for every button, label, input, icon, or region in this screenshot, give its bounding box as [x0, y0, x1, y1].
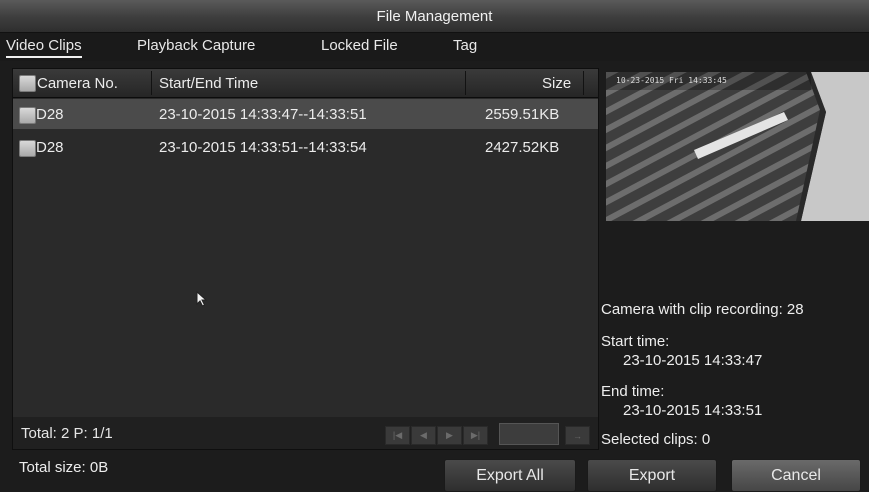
row-camera: D28	[36, 106, 64, 123]
window-title: File Management	[376, 7, 493, 25]
clip-list: Camera No. Start/End Time Size D28 23-10…	[12, 68, 599, 418]
pagination-bar: Total: 2 P: 1/1 |◀ ◀ ▶ ▶| →	[12, 417, 599, 450]
last-page-icon[interactable]: ▶|	[463, 426, 488, 445]
start-time-label: Start time:	[601, 333, 670, 350]
next-page-icon[interactable]: ▶	[437, 426, 462, 445]
previous-page-icon[interactable]: ◀	[411, 426, 436, 445]
cancel-button[interactable]: Cancel	[731, 459, 861, 492]
row-size: 2427.52KB	[485, 139, 560, 156]
column-divider	[583, 71, 584, 95]
export-all-button[interactable]: Export All	[444, 459, 576, 492]
clip-preview: 10-23-2015 Fri 14:33:45	[606, 72, 869, 221]
selected-clips-count: Selected clips: 0	[601, 431, 711, 448]
column-divider	[151, 71, 152, 95]
table-row[interactable]: D28 23-10-2015 14:33:47--14:33:51 2559.5…	[13, 99, 598, 129]
export-button[interactable]: Export	[587, 459, 717, 492]
select-all-checkbox[interactable]	[19, 75, 36, 92]
row-time: 23-10-2015 14:33:51--14:33:54	[159, 139, 367, 156]
column-divider	[465, 71, 466, 95]
preview-osd-timestamp: 10-23-2015 Fri 14:33:45	[616, 76, 727, 85]
row-checkbox[interactable]	[19, 107, 36, 124]
column-size: Size	[542, 75, 572, 92]
tab-bar: Video Clips Playback Capture Locked File…	[0, 33, 869, 61]
tab-playback-capture[interactable]: Playback Capture	[137, 37, 255, 54]
total-pages-info: Total: 2 P: 1/1	[21, 425, 113, 442]
go-arrow-icon[interactable]: →	[565, 426, 590, 445]
start-time-value: 23-10-2015 14:33:47	[623, 352, 763, 369]
mouse-cursor-icon	[196, 291, 208, 307]
list-header: Camera No. Start/End Time Size	[13, 69, 598, 98]
tab-video-clips[interactable]: Video Clips	[6, 37, 82, 58]
first-page-icon[interactable]: |◀	[385, 426, 410, 445]
total-size: Total size: 0B	[19, 459, 109, 476]
end-time-label: End time:	[601, 383, 665, 400]
table-row[interactable]: D28 23-10-2015 14:33:51--14:33:54 2427.5…	[13, 132, 598, 162]
row-size: 2559.51KB	[485, 106, 560, 123]
column-camera-no: Camera No.	[37, 75, 118, 92]
title-bar: File Management	[0, 0, 869, 33]
preview-image	[606, 72, 869, 221]
column-start-end-time: Start/End Time	[159, 75, 259, 92]
tab-locked-file[interactable]: Locked File	[321, 37, 398, 54]
end-time-value: 23-10-2015 14:33:51	[623, 402, 763, 419]
row-checkbox[interactable]	[19, 140, 36, 157]
tab-tag[interactable]: Tag	[453, 37, 477, 54]
page-number-input[interactable]	[499, 423, 559, 445]
row-time: 23-10-2015 14:33:47--14:33:51	[159, 106, 367, 123]
camera-clip-info: Camera with clip recording: 28	[601, 301, 804, 318]
row-camera: D28	[36, 139, 64, 156]
